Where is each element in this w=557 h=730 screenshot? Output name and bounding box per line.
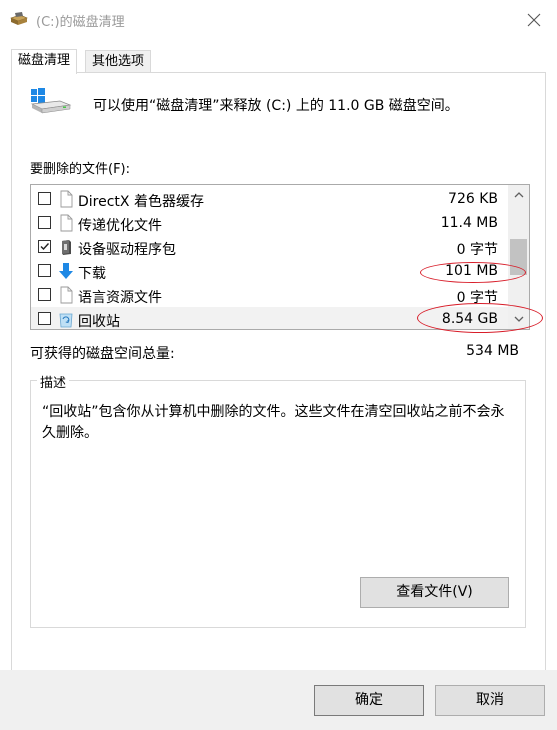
file-name: 回收站 [78, 314, 120, 330]
dialog-footer: 确定 取消 [0, 670, 557, 730]
file-name: 下载 [78, 266, 106, 282]
description-text: “回收站”包含你从计算机中删除的文件。这些文件在清空回收站之前不会永久删除。 [42, 404, 505, 441]
tab-disk-cleanup[interactable]: 磁盘清理 [11, 49, 78, 74]
files-to-delete-label: 要删除的文件(F): [30, 162, 131, 177]
scroll-down-button[interactable] [508, 309, 529, 329]
chevron-down-icon [514, 316, 523, 322]
scroll-thumb[interactable] [510, 239, 527, 275]
blank-file-icon [60, 214, 73, 232]
driver-package-icon [62, 240, 71, 255]
blank-file-icon [60, 286, 73, 304]
file-size: 0 字节 [456, 242, 498, 258]
checkbox[interactable] [38, 312, 51, 325]
list-item-language-resources[interactable]: 语言资源文件 0 字节 [31, 283, 508, 307]
tab-panel: 可以使用“磁盘清理”来释放 (C:) 上的 11.0 GB 磁盘空间。 要删除的… [11, 72, 546, 672]
scroll-up-button[interactable] [508, 185, 529, 205]
total-space-value: 534 MB [466, 343, 519, 359]
total-space-label: 可获得的磁盘空间总量: [30, 346, 175, 362]
file-name: 传递优化文件 [78, 218, 162, 234]
file-size: 8.54 GB [441, 311, 498, 327]
hard-drive-icon [30, 88, 72, 114]
list-item-downloads[interactable]: 下载 101 MB [31, 259, 508, 283]
title-bar: (C:)的磁盘清理 [0, 0, 557, 40]
window-title: (C:)的磁盘清理 [36, 15, 125, 30]
checkbox[interactable] [38, 216, 51, 229]
file-name: 语言资源文件 [78, 290, 162, 306]
disk-cleanup-app-icon [10, 12, 28, 25]
list-item-recycle-bin[interactable]: 回收站 8.54 GB [31, 307, 508, 330]
blank-file-icon [60, 190, 73, 208]
close-icon [527, 13, 541, 27]
file-name: 设备驱动程序包 [78, 242, 176, 258]
file-size: 101 MB [445, 263, 498, 279]
checkbox[interactable] [38, 288, 51, 301]
file-name: DirectX 着色器缓存 [78, 194, 204, 210]
list-scrollbar[interactable] [508, 185, 529, 329]
description-group: 描述 “回收站”包含你从计算机中删除的文件。这些文件在清空回收站之前不会永久删除… [30, 372, 526, 628]
close-button[interactable] [511, 0, 557, 40]
list-item-device-driver-packages[interactable]: 设备驱动程序包 0 字节 [31, 235, 508, 259]
file-size: 0 字节 [456, 290, 498, 306]
file-size: 726 KB [448, 191, 498, 207]
tab-more-options[interactable]: 其他选项 [85, 50, 152, 73]
file-list[interactable]: DirectX 着色器缓存 726 KB 传递优化文件 11.4 MB 设备驱动… [30, 184, 530, 330]
cancel-button[interactable]: 取消 [435, 685, 545, 716]
checkbox-checked[interactable] [38, 240, 51, 253]
list-item-directx-shader-cache[interactable]: DirectX 着色器缓存 726 KB [31, 187, 508, 211]
chevron-up-icon [514, 192, 523, 198]
summary-text: 可以使用“磁盘清理”来释放 (C:) 上的 11.0 GB 磁盘空间。 [93, 98, 459, 114]
view-files-button[interactable]: 查看文件(V) [360, 577, 509, 608]
download-arrow-icon [59, 263, 73, 279]
list-item-delivery-optimization[interactable]: 传递优化文件 11.4 MB [31, 211, 508, 235]
recycle-bin-icon [59, 313, 73, 328]
ok-button[interactable]: 确定 [314, 685, 424, 716]
checkbox[interactable] [38, 192, 51, 205]
file-size: 11.4 MB [440, 215, 498, 231]
checkbox[interactable] [38, 264, 51, 277]
description-legend: 描述 [37, 372, 70, 391]
checkmark-icon [40, 243, 50, 251]
